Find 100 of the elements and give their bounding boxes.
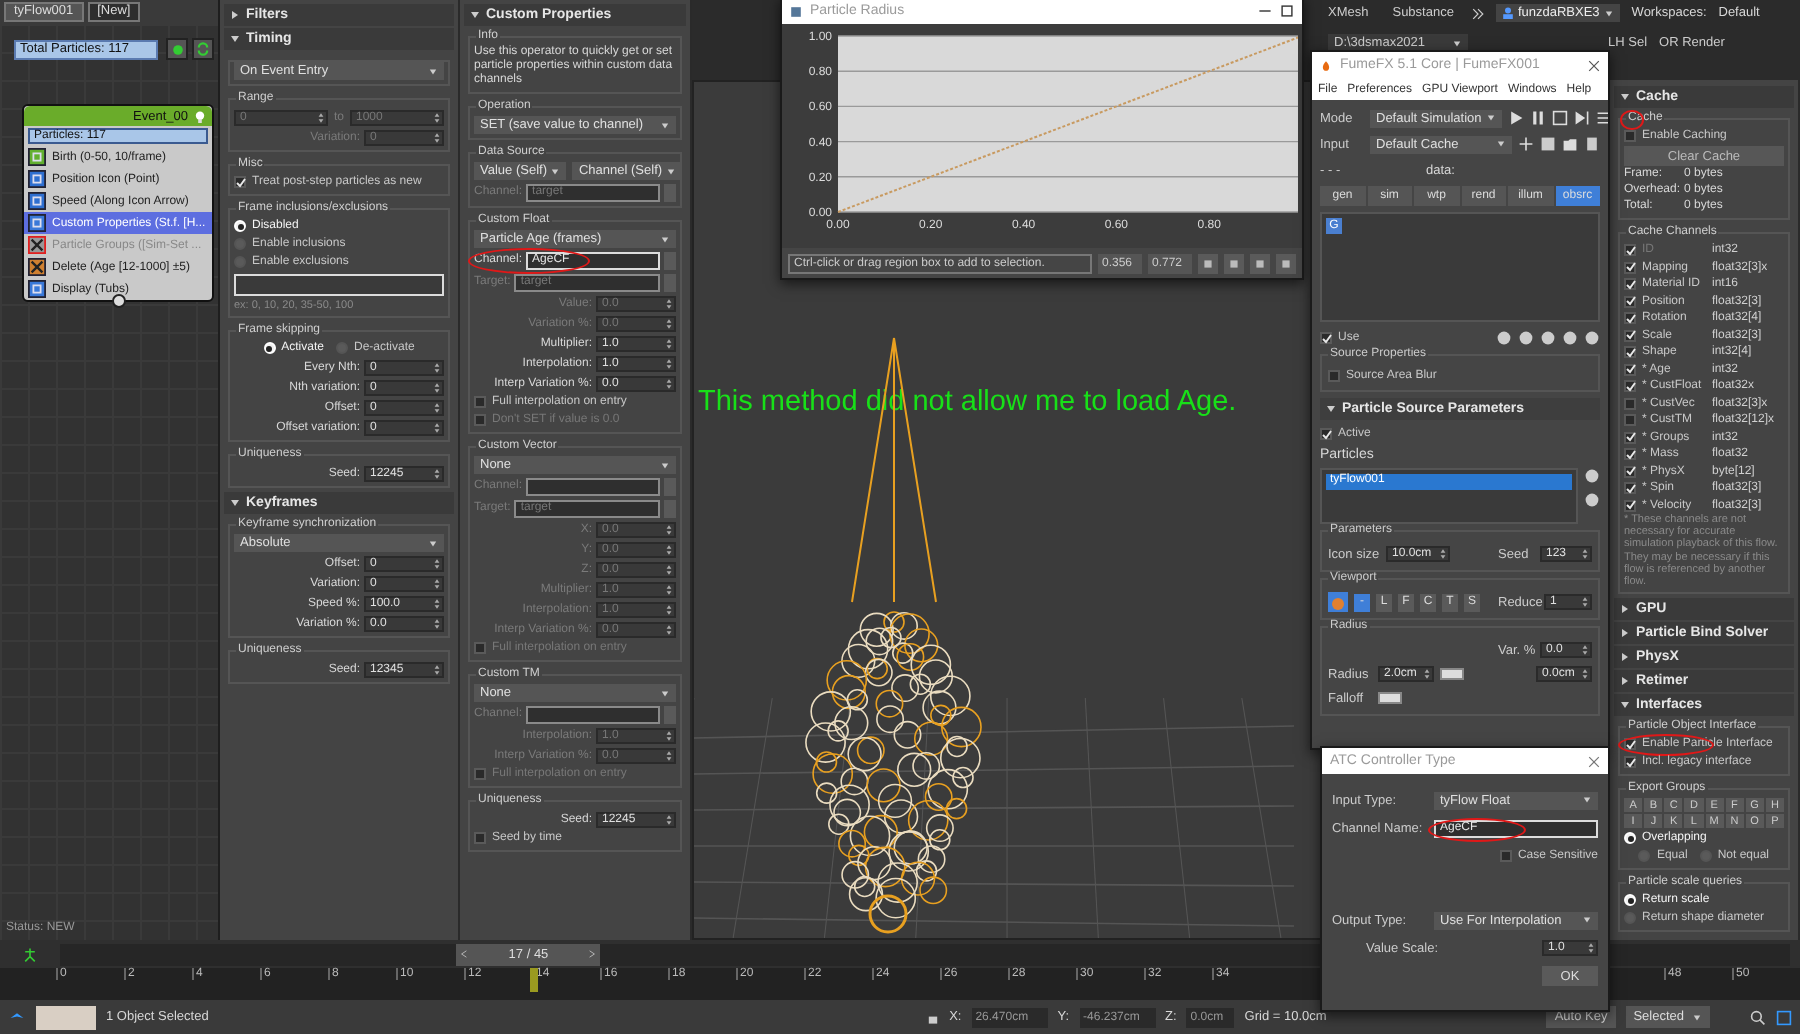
square-icon xyxy=(28,170,46,188)
zoom-icon[interactable] xyxy=(1776,1009,1792,1025)
caret-icon xyxy=(1485,114,1496,122)
spinner-arrows-icon xyxy=(434,663,440,676)
remove-icon[interactable] xyxy=(1540,330,1556,346)
spinner-arrows-icon xyxy=(1582,596,1588,608)
crosshair-icon[interactable] xyxy=(1518,136,1534,152)
output-socket[interactable] xyxy=(112,294,126,308)
spinner-arrows-icon xyxy=(434,131,440,143)
maximize-icon[interactable] xyxy=(1280,4,1294,18)
caret-icon xyxy=(1582,916,1592,924)
square-icon xyxy=(28,192,46,210)
spinner-arrows-icon xyxy=(1424,668,1430,680)
refresh-button[interactable] xyxy=(192,38,214,60)
triangle-icon xyxy=(1620,92,1630,102)
caret-icon xyxy=(550,167,561,175)
spinner-arrows-icon xyxy=(434,381,440,394)
spinner-arrows-icon xyxy=(666,603,672,615)
dot-button[interactable] xyxy=(166,38,188,60)
spinner-arrows-icon xyxy=(666,377,672,389)
spinner-arrows-icon xyxy=(666,813,672,825)
list-icon[interactable] xyxy=(1595,110,1608,126)
spinner-arrows-icon xyxy=(666,297,672,309)
document-icon[interactable] xyxy=(1584,136,1600,152)
caret-icon xyxy=(1496,140,1506,148)
spinner-arrows-icon xyxy=(434,421,440,434)
spinner-arrows-icon xyxy=(666,583,672,595)
caret-icon xyxy=(666,167,677,175)
spinner-arrows-icon xyxy=(317,111,324,123)
checkmark-icon xyxy=(1321,333,1331,343)
square-icon xyxy=(28,148,46,166)
user-icon xyxy=(1501,6,1514,20)
window-icon xyxy=(790,5,802,17)
spinner-arrows-icon xyxy=(666,749,672,761)
triangle-icon xyxy=(1620,628,1630,639)
spinner-arrows-icon xyxy=(1582,644,1588,656)
spinner-arrows-icon xyxy=(666,523,672,535)
step-icon[interactable] xyxy=(1573,110,1590,126)
color-swatch[interactable] xyxy=(1440,668,1464,680)
crossed-square-icon xyxy=(28,258,46,276)
spinner-arrows-icon xyxy=(434,577,440,590)
input-field[interactable] xyxy=(234,274,444,296)
caret-icon xyxy=(1692,1013,1702,1021)
caret-icon xyxy=(1603,9,1614,17)
color-swatch[interactable] xyxy=(1378,692,1402,704)
figure-icon xyxy=(22,945,38,963)
caret-icon xyxy=(660,235,670,243)
chevron-right-icon xyxy=(588,948,597,960)
triangle-icon xyxy=(1326,404,1336,414)
add-icon[interactable] xyxy=(1584,468,1600,484)
spinner-arrows-icon xyxy=(434,361,440,374)
crossed-square-icon xyxy=(28,236,46,254)
spinner-arrows-icon xyxy=(666,729,672,741)
spinner-arrows-icon xyxy=(666,357,672,369)
spinner-arrows-icon xyxy=(434,401,440,414)
stop-icon[interactable] xyxy=(1551,110,1568,126)
triangle-icon xyxy=(230,34,240,44)
triangle-icon xyxy=(1620,700,1630,711)
toolbar-button[interactable] xyxy=(1224,253,1244,273)
remove-icon[interactable] xyxy=(1584,492,1600,508)
spinner-arrows-icon xyxy=(1440,548,1446,560)
triangle-icon xyxy=(230,498,240,509)
minimize-icon[interactable] xyxy=(1258,4,1272,18)
triangle-icon xyxy=(1620,604,1630,615)
spinner-arrows-icon xyxy=(434,597,440,610)
spinner-arrows-icon xyxy=(666,317,672,329)
toolbar-button[interactable] xyxy=(1276,253,1296,273)
refresh-icon xyxy=(196,42,210,56)
spinner-arrows-icon xyxy=(434,467,440,480)
chevron-left-icon xyxy=(460,948,469,960)
spinner-arrows-icon xyxy=(666,563,672,575)
toolbar-button[interactable] xyxy=(1250,253,1270,273)
spinner-arrows-icon xyxy=(434,617,440,630)
chevrons-icon xyxy=(1471,7,1484,19)
triangle-icon xyxy=(1620,676,1630,687)
add-icon[interactable] xyxy=(1518,330,1534,346)
flame-icon xyxy=(1320,57,1332,73)
caret-icon xyxy=(660,461,670,469)
current-frame-marker xyxy=(529,968,538,992)
toolbar-button[interactable] xyxy=(1198,253,1218,273)
checkmark-icon xyxy=(235,177,245,187)
triangle-icon xyxy=(470,10,480,20)
triangle-icon xyxy=(1620,652,1630,663)
spinner-arrows-icon xyxy=(1588,942,1594,954)
gear-icon[interactable] xyxy=(1496,330,1512,346)
script-listener-field[interactable] xyxy=(36,1005,96,1029)
square-icon xyxy=(28,214,46,232)
triangle-icon xyxy=(230,10,240,20)
spinner-arrows-icon xyxy=(1582,548,1588,560)
checkmark-icon xyxy=(1321,429,1331,439)
play-icon[interactable] xyxy=(1507,110,1524,126)
spinner-arrows-icon xyxy=(666,623,672,635)
spinner-arrows-icon xyxy=(666,543,672,555)
dot-icon xyxy=(171,43,183,55)
spinner-arrows-icon xyxy=(1582,668,1588,680)
spinner-arrows-icon xyxy=(434,557,440,570)
search-icon[interactable] xyxy=(1750,1009,1766,1025)
caret-icon xyxy=(660,121,670,129)
pause-icon[interactable] xyxy=(1529,110,1546,126)
spinner-arrows-icon xyxy=(666,337,672,349)
